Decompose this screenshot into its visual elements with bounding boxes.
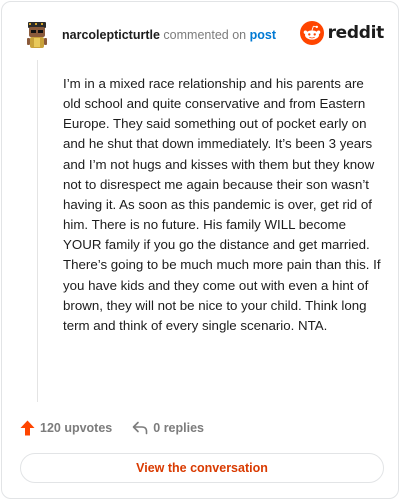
commented-on-text: commented on	[163, 28, 247, 42]
comment-card: narcolepticturtle commented on post redd…	[1, 1, 399, 499]
upvote-arrow-icon	[20, 420, 35, 436]
user-avatar[interactable]	[22, 20, 52, 50]
comment-body: I’m in a mixed race relationship and his…	[63, 76, 381, 333]
reddit-logo-text: reddit	[327, 23, 385, 43]
snoo-avatar-icon	[27, 22, 47, 48]
username-link[interactable]: narcolepticturtle	[62, 28, 160, 42]
view-conversation-button[interactable]: View the conversation	[20, 453, 384, 483]
reply-count: 0 replies	[153, 421, 204, 435]
comment-header: narcolepticturtle commented on post	[62, 27, 276, 43]
post-link[interactable]: post	[250, 28, 276, 42]
thread-line[interactable]	[37, 60, 38, 402]
upvote-button[interactable]: 120 upvotes	[20, 420, 112, 436]
reddit-logo[interactable]: reddit	[299, 21, 385, 45]
upvote-count: 120 upvotes	[40, 421, 113, 435]
reply-button[interactable]: 0 replies	[132, 421, 204, 435]
comment-footer: 120 upvotes 0 replies	[20, 420, 204, 436]
reddit-snoo-icon	[299, 21, 324, 45]
reply-arrow-icon	[132, 421, 148, 435]
